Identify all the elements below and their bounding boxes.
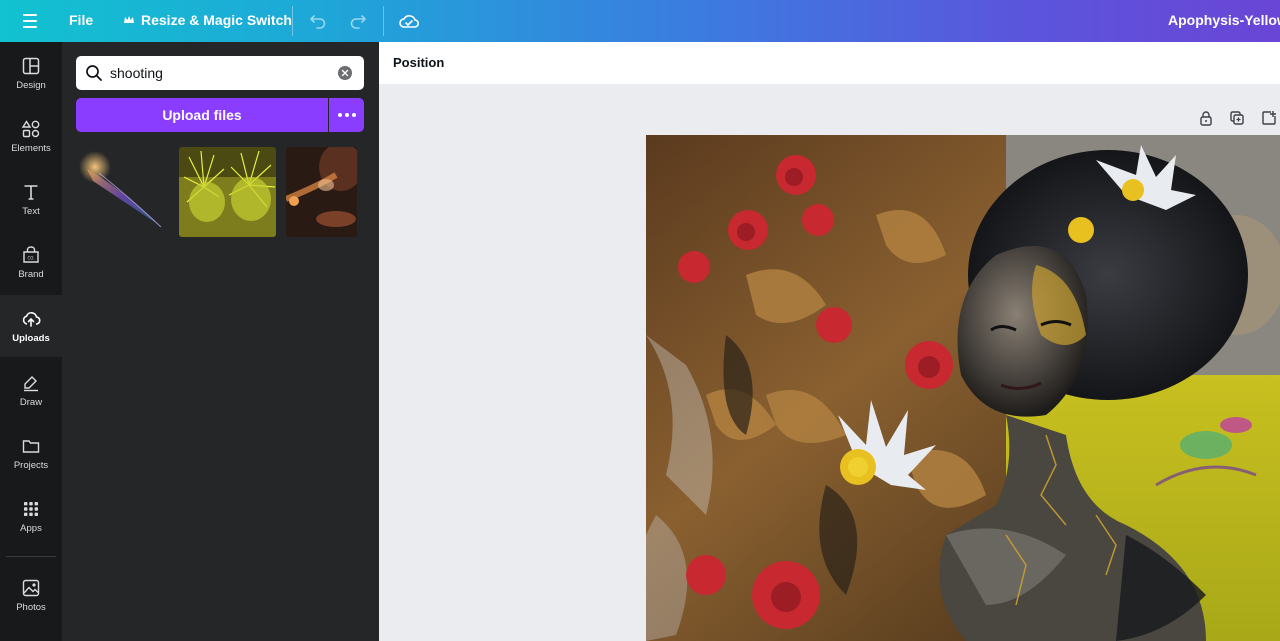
brand-icon: CO. [23,245,39,263]
rail-item-draw[interactable]: Draw [0,359,62,421]
search-input[interactable] [110,62,330,84]
rail-label: Uploads [12,332,50,344]
cloud-saved-icon[interactable] [396,8,422,34]
search-box[interactable] [76,56,364,90]
rail-label: Design [16,79,46,91]
crown-icon [124,16,134,23]
upload-thumbnail-comet[interactable] [79,147,167,237]
uploads-panel: Upload files [62,42,379,641]
position-button[interactable]: Position [393,55,444,70]
undo-icon[interactable] [305,8,331,34]
upload-more-options-button[interactable] [329,98,364,132]
upload-thumbnail-dark-fractal[interactable] [286,147,357,237]
menu-icon[interactable] [20,11,40,31]
editor-toolbar: Position [379,42,1280,84]
draw-icon [24,375,38,391]
upload-files-button[interactable]: Upload files [76,98,328,132]
redo-icon[interactable] [345,8,371,34]
rail-item-text[interactable]: Text [0,168,62,230]
resize-magic-switch-button[interactable]: Resize & Magic Switch [123,12,292,28]
divider [292,6,293,36]
rail-label: Text [22,205,40,217]
rail-label: Projects [13,459,49,471]
text-icon [24,184,38,200]
upload-cloud-icon [22,311,41,327]
file-menu-button[interactable]: File [69,12,93,28]
top-bar: File Resize & Magic Switch Apophysis-Yel… [0,0,1280,42]
lock-icon[interactable] [1198,110,1214,126]
rail-item-apps[interactable]: Apps [0,485,62,547]
search-icon [86,65,102,81]
photo-icon [22,579,40,596]
rail-item-design[interactable]: Design [0,42,62,104]
clear-search-icon[interactable] [338,66,352,80]
design-page-artwork[interactable] [646,135,1280,641]
divider [383,6,384,36]
rail-label: Apps [20,522,42,534]
apps-grid-icon [24,501,38,516]
rail-label: Photos [16,601,46,613]
left-rail: Design Elements Text CO. Brand Uploads D… [0,42,62,641]
rail-divider [6,556,56,557]
elements-icon [21,119,40,137]
upload-thumbnail-yellow-spikes[interactable] [179,147,276,237]
rail-item-photos[interactable]: Photos [0,564,62,626]
design-icon [22,57,40,74]
rail-item-brand[interactable]: CO. Brand [0,231,62,293]
rail-item-uploads[interactable]: Uploads [0,295,62,357]
rail-label: Brand [18,268,44,280]
duplicate-icon[interactable] [1229,110,1245,126]
svg-text:CO.: CO. [27,255,34,260]
add-page-icon[interactable] [1261,110,1277,126]
resize-label: Resize & Magic Switch [141,12,292,28]
rail-item-elements[interactable]: Elements [0,105,62,167]
rail-label: Draw [19,396,43,408]
folder-icon [22,439,40,453]
rail-label: Elements [11,142,51,154]
document-title[interactable]: Apophysis-YellowD [1168,12,1280,28]
rail-item-projects[interactable]: Projects [0,422,62,484]
